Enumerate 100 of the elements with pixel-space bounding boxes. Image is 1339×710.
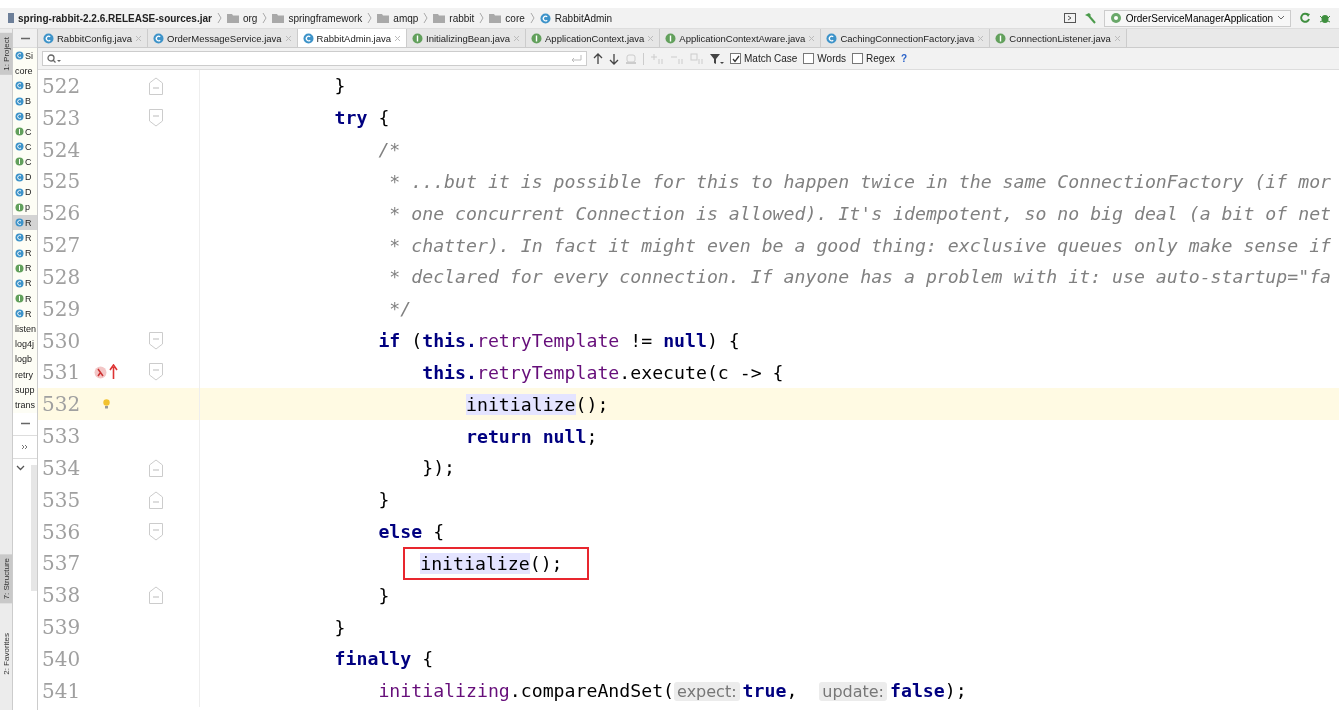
close-icon[interactable]: [977, 34, 985, 42]
tool-window-button[interactable]: 1: Project: [0, 33, 12, 75]
class-icon: [539, 12, 551, 24]
code-text: {: [377, 107, 390, 129]
code-comment: * ...but it is possible for this to happen twice in the same ConnectionFactory (if mor: [389, 170, 1332, 192]
field-name: retryTemplate: [476, 361, 620, 383]
interface-icon: [995, 32, 1007, 44]
checkbox-label[interactable]: Regex: [866, 53, 895, 64]
expand-chevron-icon[interactable]: [16, 464, 25, 471]
fold-marker-icon[interactable]: [149, 363, 163, 382]
folder-icon: [489, 13, 502, 23]
run-configuration-dropdown[interactable]: OrderServiceManagerApplication: [1103, 9, 1291, 27]
method-usage: initialize: [420, 552, 530, 574]
code-text: }: [378, 584, 390, 606]
bulb-icon[interactable]: [102, 399, 110, 410]
collapse-icon[interactable]: [20, 36, 30, 40]
filter-icon[interactable]: [710, 52, 724, 65]
project-tree-item[interactable]: C: [13, 154, 37, 170]
keyword: else: [378, 521, 423, 542]
class-icon: [15, 248, 24, 258]
code-text: !=: [629, 330, 654, 352]
parameter-hint: update:: [819, 682, 887, 702]
tool-window-button[interactable]: 2: Favorites: [0, 629, 12, 679]
close-icon[interactable]: [284, 34, 292, 42]
checkbox-label[interactable]: Words: [817, 53, 847, 64]
project-tree-item[interactable]: R: [13, 215, 37, 231]
code-text: ) {: [706, 330, 740, 352]
chevron-icon: [479, 12, 485, 24]
up-arrow-icon[interactable]: [593, 52, 603, 65]
folder-icon: [377, 13, 390, 23]
bug-icon[interactable]: [1319, 12, 1331, 24]
project-tree-item[interactable]: B: [13, 78, 37, 94]
class-icon: [15, 187, 24, 197]
layout-icon[interactable]: [1063, 13, 1076, 23]
lambda-icon[interactable]: [94, 365, 107, 379]
fold-marker-icon[interactable]: [149, 586, 163, 605]
breadcrumb[interactable]: RabbitAdmin: [535, 12, 617, 24]
interface-icon: [15, 294, 24, 304]
up-arrow-icon[interactable]: [109, 364, 118, 381]
close-icon[interactable]: [808, 34, 816, 42]
project-tree-item[interactable]: R: [13, 245, 37, 261]
project-tree-item[interactable]: Si: [13, 48, 37, 64]
close-icon[interactable]: [647, 34, 655, 42]
checkbox[interactable]: [803, 53, 815, 64]
project-tree-item[interactable]: C: [13, 139, 37, 155]
project-tree-item[interactable]: core: [13, 63, 37, 79]
fold-marker-icon[interactable]: [149, 76, 163, 95]
checkbox-label[interactable]: Match Case: [744, 53, 798, 64]
breadcrumb[interactable]: rabbit: [429, 12, 479, 24]
project-tree-item[interactable]: listen: [13, 321, 37, 337]
project-tree-item[interactable]: trans: [13, 397, 37, 413]
code-text: {: [432, 521, 445, 542]
keyword: return null: [466, 425, 587, 447]
fold-marker-icon[interactable]: [149, 108, 163, 127]
fold-marker-icon[interactable]: [149, 490, 163, 509]
code-text: ,: [786, 680, 799, 702]
tool-window-button[interactable]: 7: Structure: [0, 554, 12, 604]
breadcrumb[interactable]: spring-rabbit-2.2.6.RELEASE-sources.jar: [4, 12, 216, 24]
class-icon: [15, 81, 24, 91]
fold-marker-icon[interactable]: [149, 331, 163, 350]
code-text: }: [334, 75, 346, 97]
class-icon: [15, 309, 24, 319]
project-tree-item[interactable]: R: [13, 306, 37, 322]
close-icon[interactable]: [513, 34, 521, 42]
select-occurrences-icon[interactable]: [625, 52, 637, 65]
minimize-icon[interactable]: [20, 422, 30, 425]
search-field[interactable]: [42, 51, 587, 66]
caret-icon: [1277, 15, 1285, 21]
rerun-icon[interactable]: [1299, 12, 1311, 24]
add-occurrence-icon[interactable]: [650, 52, 664, 65]
code-text: }: [378, 489, 390, 511]
class-icon: [15, 172, 24, 182]
checkbox[interactable]: [852, 53, 864, 64]
method-usage: initialize: [466, 393, 576, 415]
breadcrumb[interactable]: core: [485, 12, 529, 24]
more-icon[interactable]: [21, 443, 29, 450]
project-tree-item[interactable]: supp: [13, 382, 37, 398]
checkbox[interactable]: [730, 53, 741, 64]
breadcrumb[interactable]: org: [222, 12, 262, 24]
fold-marker-icon[interactable]: [149, 522, 163, 541]
breadcrumb[interactable]: springframework: [268, 12, 367, 24]
editor-tab[interactable]: RabbitAdmin.java: [297, 29, 408, 47]
code-text: .execute(c -> {: [619, 361, 784, 383]
close-icon[interactable]: [394, 34, 402, 42]
help-link[interactable]: ?: [901, 53, 908, 64]
project-tree-item[interactable]: R: [13, 230, 37, 246]
class-icon: [15, 218, 24, 228]
select-all-icon[interactable]: [690, 52, 704, 65]
close-icon[interactable]: [135, 34, 142, 42]
hammer-icon[interactable]: [1083, 12, 1096, 24]
keyword: finally: [334, 648, 412, 670]
search-icon[interactable]: [47, 53, 61, 64]
breadcrumb[interactable]: amqp: [373, 12, 423, 24]
class-icon: [15, 51, 24, 61]
down-arrow-icon[interactable]: [609, 52, 619, 65]
project-tree-item[interactable]: R: [13, 291, 37, 307]
close-icon[interactable]: [1113, 34, 1121, 42]
code-comment: * one concurrent Connection is allowed). It's idempotent, so no big deal (a bit of net: [389, 202, 1332, 224]
fold-marker-icon[interactable]: [149, 458, 163, 477]
folder-icon: [272, 13, 285, 23]
